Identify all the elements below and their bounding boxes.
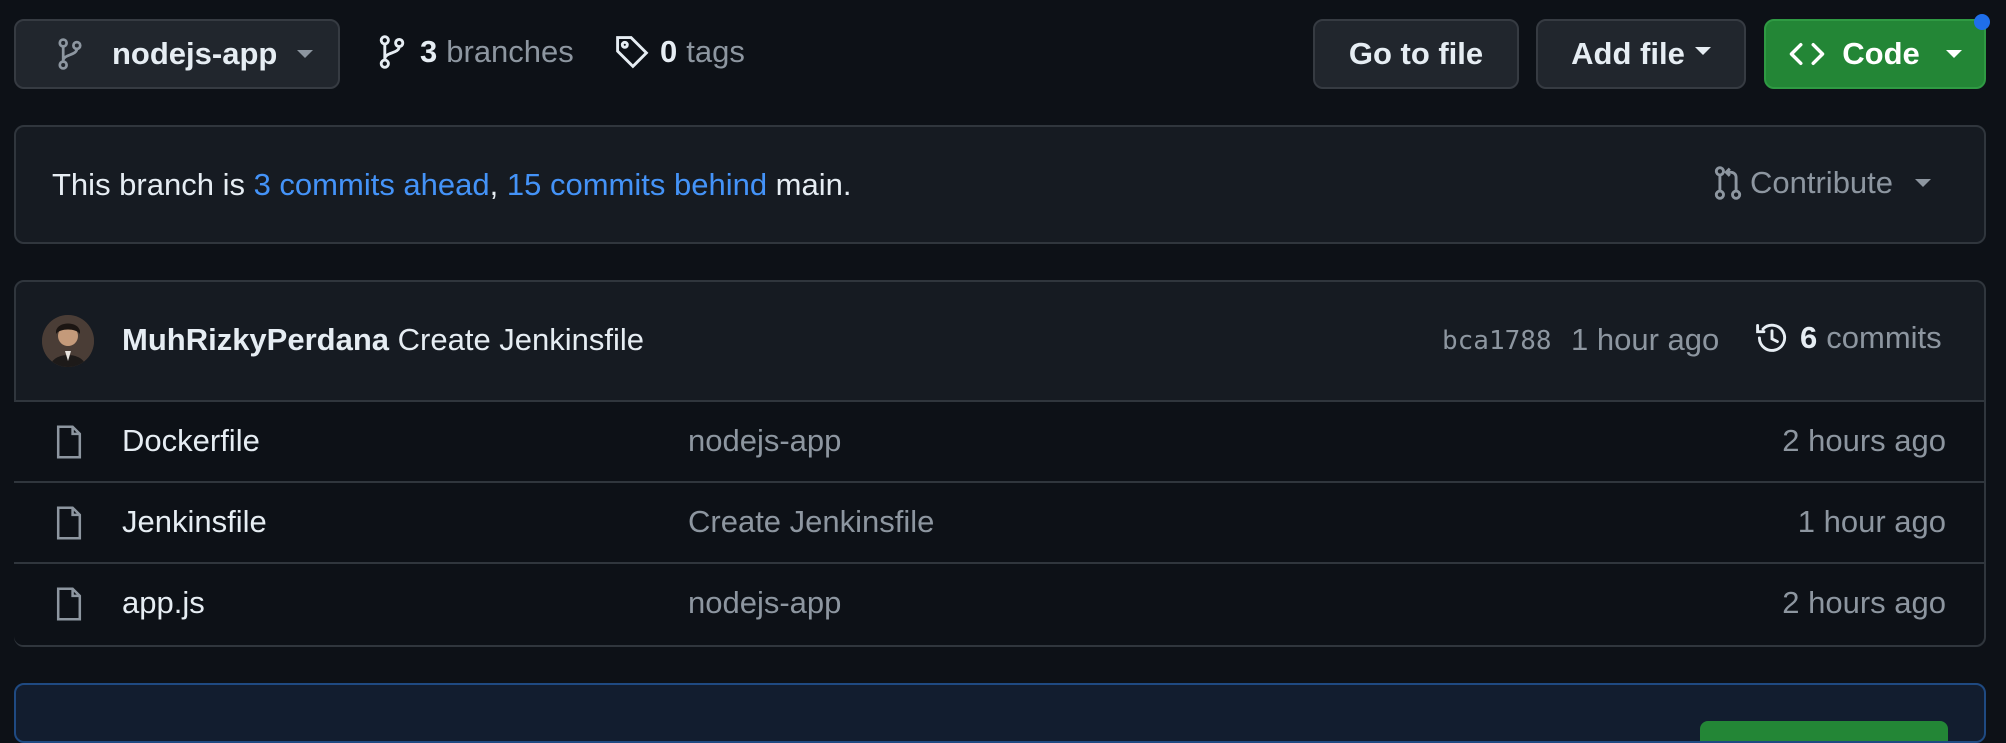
commits-behind-link[interactable]: 15 commits behind xyxy=(507,167,767,202)
git-branch-icon xyxy=(376,34,408,70)
status-separator: , xyxy=(489,167,507,202)
file-commit-time: 1 hour ago xyxy=(1797,504,1946,539)
file-name[interactable]: Dockerfile xyxy=(122,423,260,459)
latest-commit-bar: MuhRizkyPerdana Create Jenkinsfile bca17… xyxy=(16,282,1984,400)
code-icon xyxy=(1788,40,1826,68)
readme-banner xyxy=(14,683,1986,743)
file-commit-message[interactable]: Create Jenkinsfile xyxy=(688,504,934,540)
branch-selector-button[interactable]: nodejs-app xyxy=(14,19,340,89)
commit-time: 1 hour ago xyxy=(1571,322,1720,357)
contribute-label: Contribute xyxy=(1750,165,1894,200)
pull-request-icon xyxy=(1712,165,1744,201)
go-to-file-button[interactable]: Go to file xyxy=(1313,19,1519,89)
go-to-file-label: Go to file xyxy=(1348,36,1484,71)
file-commit-message[interactable]: nodejs-app xyxy=(688,585,841,621)
commits-ahead-link[interactable]: 3 commits ahead xyxy=(254,167,490,202)
add-file-button[interactable]: Add file xyxy=(1536,19,1746,89)
status-prefix: This branch is xyxy=(52,167,254,202)
tag-icon xyxy=(614,34,650,70)
tags-count: 0 xyxy=(660,34,678,69)
file-icon xyxy=(54,505,84,549)
tags-label: tags xyxy=(686,34,745,69)
file-name[interactable]: Jenkinsfile xyxy=(122,504,267,540)
branches-count: 3 xyxy=(420,34,438,69)
code-label: Code xyxy=(1842,36,1920,71)
file-commit-time: 2 hours ago xyxy=(1782,423,1946,458)
file-row[interactable]: app.js nodejs-app 2 hours ago xyxy=(14,562,1984,645)
status-suffix: main. xyxy=(767,167,852,202)
commits-label: commits xyxy=(1826,320,1942,355)
history-icon xyxy=(1754,320,1790,356)
branch-name: nodejs-app xyxy=(112,36,278,71)
commits-count: 6 xyxy=(1800,320,1818,355)
file-row[interactable]: Jenkinsfile Create Jenkinsfile 1 hour ag… xyxy=(14,481,1984,562)
commit-author[interactable]: MuhRizkyPerdana xyxy=(122,322,389,357)
file-icon xyxy=(54,424,84,468)
file-row[interactable]: Dockerfile nodejs-app 2 hours ago xyxy=(14,400,1984,481)
file-commit-time: 2 hours ago xyxy=(1782,585,1946,620)
chevron-down-icon xyxy=(1694,47,1711,55)
file-commit-message[interactable]: nodejs-app xyxy=(688,423,841,459)
chevron-down-icon xyxy=(1945,50,1962,58)
branch-status-text: This branch is 3 commits ahead, 15 commi… xyxy=(52,167,851,203)
add-file-label: Add file xyxy=(1571,36,1685,71)
file-name[interactable]: app.js xyxy=(122,585,205,621)
file-icon xyxy=(54,586,84,630)
chevron-down-icon xyxy=(297,50,314,58)
commit-message[interactable]: Create Jenkinsfile xyxy=(398,322,644,357)
notification-dot xyxy=(1974,14,1990,30)
branches-label: branches xyxy=(446,34,574,69)
tags-link[interactable]: 0 tags xyxy=(614,34,745,70)
commits-history-link[interactable]: 6 commits xyxy=(1754,320,1942,356)
git-branch-icon xyxy=(56,37,90,71)
contribute-button[interactable]: Contribute xyxy=(1712,165,1932,201)
branch-status-box: This branch is 3 commits ahead, 15 commi… xyxy=(14,125,1986,244)
branches-link[interactable]: 3 branches xyxy=(376,34,574,70)
commit-sha[interactable]: bca1788 xyxy=(1442,326,1552,356)
code-button[interactable]: Code xyxy=(1764,19,1986,89)
avatar[interactable] xyxy=(42,315,94,367)
chevron-down-icon xyxy=(1915,179,1932,187)
banner-button[interactable] xyxy=(1700,721,1948,741)
